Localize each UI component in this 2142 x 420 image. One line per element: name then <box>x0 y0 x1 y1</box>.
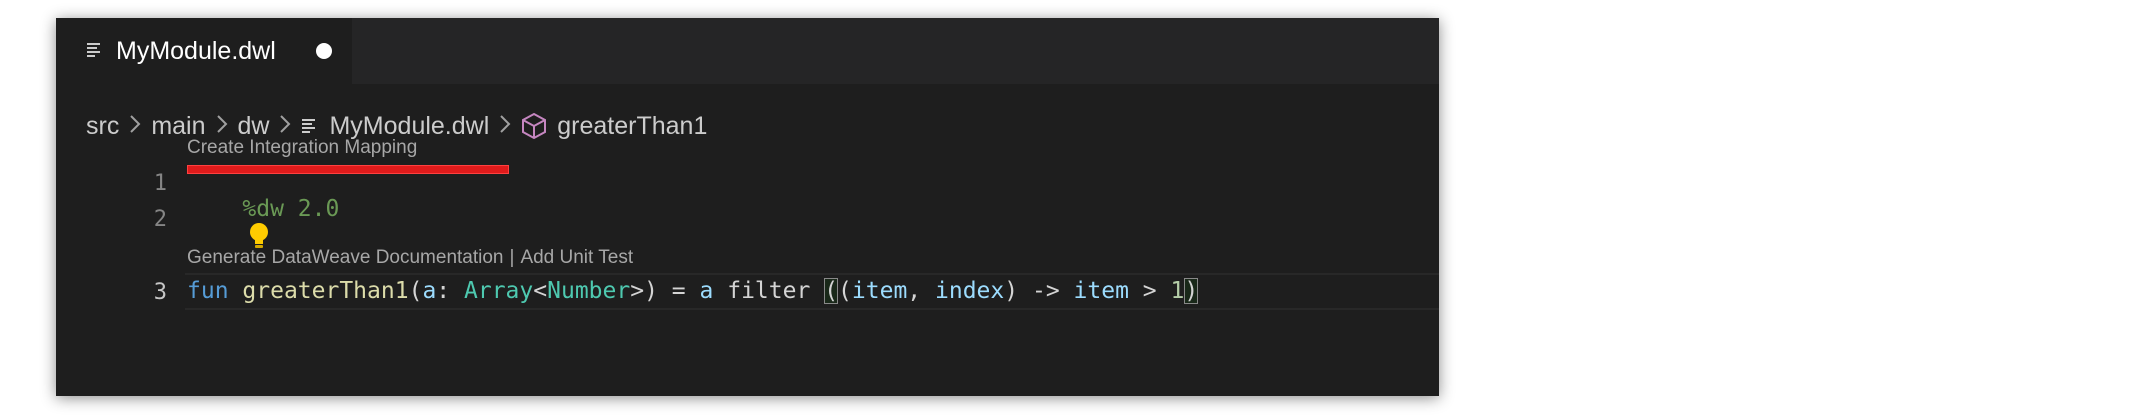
tab-bar: MyModule.dwl <box>56 18 1439 84</box>
param-token: a <box>422 278 437 304</box>
file-lines-icon <box>86 37 104 66</box>
add-unit-test-link[interactable]: Add Unit Test <box>520 247 633 268</box>
paren-token: ( <box>838 278 852 304</box>
breadcrumb-symbol[interactable]: greaterThan1 <box>557 112 707 141</box>
param-token: index <box>935 278 1005 304</box>
keyword-token: fun <box>187 278 229 304</box>
type-token: Array <box>464 278 534 304</box>
colon-token: : <box>436 278 451 304</box>
param-token: item <box>851 278 908 304</box>
breadcrumb-src[interactable]: src <box>86 112 119 141</box>
operator-token: filter <box>727 278 811 304</box>
bracket-match-token: ) <box>1184 278 1199 304</box>
editor-window: MyModule.dwl src main dw MyModule.dwl gr… <box>56 18 1439 396</box>
operator-token: > <box>1142 278 1157 304</box>
paren-token: ) <box>1004 278 1019 304</box>
create-integration-mapping-link[interactable]: Create Integration Mapping <box>187 137 417 158</box>
cube-icon <box>521 112 547 140</box>
line-number: 3 <box>153 280 167 305</box>
directive-token: %dw 2.0 <box>242 196 340 222</box>
reference-token: item <box>1073 278 1129 304</box>
generate-documentation-link[interactable]: Generate DataWeave Documentation <box>187 247 504 268</box>
equals-token: = <box>671 278 686 304</box>
number-token: 1 <box>1170 278 1185 304</box>
chevron-right-icon <box>499 112 511 141</box>
codelens-separator: | <box>509 247 515 268</box>
tab-mymodule[interactable]: MyModule.dwl <box>56 18 352 84</box>
reference-token: a <box>699 278 714 304</box>
angle-token: > <box>630 278 645 304</box>
codelens-top: Create Integration Mapping <box>187 137 417 159</box>
comma-token: , <box>907 278 922 304</box>
function-name-token: greaterThan1 <box>242 278 409 304</box>
code-line-3[interactable]: fun greaterThan1(a: Array<Number>) = a f… <box>187 278 1199 304</box>
unsaved-dot-icon[interactable] <box>316 43 332 59</box>
file-lines-icon <box>301 117 319 135</box>
chevron-right-icon <box>129 112 141 141</box>
codelens-function: Generate DataWeave Documentation | Add Uni… <box>187 247 633 269</box>
paren-token: ) <box>644 278 658 304</box>
tab-label: MyModule.dwl <box>116 36 276 65</box>
paren-token: ( <box>408 278 423 304</box>
line-number: 1 <box>153 171 167 196</box>
type-token: Number <box>547 278 631 304</box>
angle-token: < <box>533 278 548 304</box>
line-number: 2 <box>153 207 167 232</box>
bracket-match-token: ( <box>824 278 839 304</box>
arrow-token: -> <box>1031 278 1060 304</box>
